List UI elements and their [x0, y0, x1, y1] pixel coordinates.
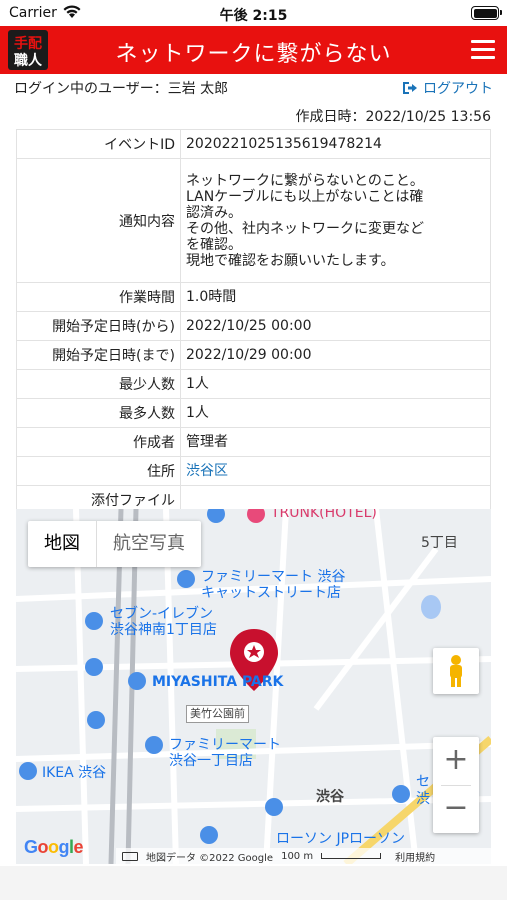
zoom-control: + −: [433, 737, 479, 833]
clock: 午後 2:15: [219, 8, 288, 24]
svg-text:職人: 職人: [14, 52, 43, 69]
map-label-shibuya: 渋谷: [316, 789, 344, 805]
map-type-map-button[interactable]: 地図: [28, 521, 96, 567]
map-label-familymart-1-2: 渋谷一丁目店: [169, 753, 253, 769]
map-label-familymart-cat-2: キャットストリート店: [201, 585, 341, 601]
table-row: 最多人数 1人: [16, 398, 491, 428]
map-type-control: 地図 航空写真: [28, 521, 201, 567]
max-people-value: 1人: [180, 398, 491, 428]
logout-link[interactable]: ログアウト: [402, 78, 493, 98]
scale-bar: [321, 853, 382, 859]
logout-label: ログアウト: [423, 81, 493, 97]
work-time-value: 1.0時間: [180, 282, 491, 312]
author-value: 管理者: [180, 427, 491, 457]
map-data-credit: 地図データ ©2022 Google: [146, 852, 274, 864]
max-people-label: 最多人数: [16, 398, 181, 428]
map-label-sa: 渋: [416, 791, 430, 807]
notice-line: その他、社内ネットワークに変更など: [186, 220, 424, 237]
map-label-bus-stop: 美竹公園前: [186, 705, 249, 723]
table-row: イベントID 2020221025135619478214: [16, 129, 491, 159]
map-label-ikea: IKEA 渋谷: [42, 765, 107, 781]
start-from-value: 2022/10/25 00:00: [180, 311, 491, 341]
map-label-seven-2: 渋谷神南1丁目店: [110, 622, 217, 638]
app-logo[interactable]: 手配 職人: [8, 30, 48, 70]
map-label-block5: 5丁目: [421, 535, 458, 551]
table-row: 最少人数 1人: [16, 369, 491, 399]
logo-icon: 手配 職人: [14, 35, 43, 69]
map-label-lawson: ローソン JPローソン: [276, 831, 406, 847]
address-label: 住所: [16, 456, 181, 486]
start-to-value: 2022/10/29 00:00: [180, 340, 491, 370]
notice-line: を確認。: [186, 236, 242, 253]
notice-label: 通知内容: [16, 158, 181, 283]
zoom-out-button[interactable]: −: [433, 785, 479, 833]
page-title: ネットワークに繋がらない: [115, 42, 392, 67]
table-row: 作業時間 1.0時間: [16, 282, 491, 312]
table-row: 開始予定日時(まで) 2022/10/29 00:00: [16, 340, 491, 370]
logged-in-user: ログイン中のユーザー：三岩 太郎: [14, 81, 229, 97]
map-label-familymart-1: ファミリーマート: [169, 737, 281, 753]
status-bar: Carrier 午後 2:15: [0, 0, 507, 26]
table-row: 住所 渋谷区: [16, 456, 491, 486]
author-label: 作成者: [16, 427, 181, 457]
notice-line: 認済み。: [186, 204, 242, 221]
event-id-value: 2020221025135619478214: [180, 129, 491, 159]
table-row: 作成者 管理者: [16, 427, 491, 457]
terms-link[interactable]: 利用規約: [395, 849, 435, 864]
logout-icon: [403, 82, 417, 94]
bottom-bar: [0, 866, 507, 900]
event-detail-table: イベントID 2020221025135619478214 通知内容 ネットワー…: [16, 129, 491, 515]
hamburger-menu-icon[interactable]: [471, 40, 495, 60]
google-logo: Google: [24, 837, 84, 857]
map-label-trunk: TRUNK(HOTEL): [271, 509, 377, 521]
app-header: 手配 職人 ネットワークに繋がらない: [0, 26, 507, 74]
keyboard-icon[interactable]: [122, 851, 138, 861]
event-id-label: イベントID: [16, 129, 181, 159]
work-time-label: 作業時間: [16, 282, 181, 312]
map-footer: 地図データ ©2022 Google 100 m 利用規約: [116, 848, 491, 864]
min-people-label: 最少人数: [16, 369, 181, 399]
min-people-value: 1人: [180, 369, 491, 399]
map-type-satellite-button[interactable]: 航空写真: [96, 521, 201, 567]
map-label-familymart-cat: ファミリーマート 渋谷: [201, 569, 346, 585]
start-from-label: 開始予定日時(から): [16, 311, 181, 341]
svg-text:手配: 手配: [14, 35, 42, 52]
notice-line: ネットワークに繋がらないとのこと。: [186, 172, 424, 189]
notice-value: ネットワークに繋がらないとのこと。 LANケーブルにも以上がないことは確 認済み…: [180, 158, 491, 283]
map-label-seven: セブン-イレブン: [110, 606, 214, 622]
table-row: 開始予定日時(から) 2022/10/25 00:00: [16, 311, 491, 341]
street-view-pegman-icon[interactable]: [433, 648, 479, 694]
notice-line: LANケーブルにも以上がないことは確: [186, 188, 424, 205]
start-to-label: 開始予定日時(まで): [16, 340, 181, 370]
table-row: 通知内容 ネットワークに繋がらないとのこと。 LANケーブルにも以上がないことは…: [16, 158, 491, 283]
created-date: 作成日時：2022/10/25 13:56: [295, 109, 492, 125]
user-row: ログイン中のユーザー：三岩 太郎 ログアウト: [14, 78, 493, 100]
zoom-in-button[interactable]: +: [433, 737, 479, 785]
address-link[interactable]: 渋谷区: [180, 456, 491, 486]
battery-icon: [471, 6, 502, 20]
notice-line: 現地で確認をお願いいたします。: [186, 252, 395, 269]
map-label-miyashita: MIYASHITA PARK: [152, 674, 284, 690]
google-map[interactable]: TRUNK(HOTEL) 5丁目 ファミリーマート 渋谷 キャットストリート店 …: [16, 509, 491, 864]
scale-label: 100 m: [281, 850, 314, 862]
map-label-se: セ: [416, 774, 430, 790]
